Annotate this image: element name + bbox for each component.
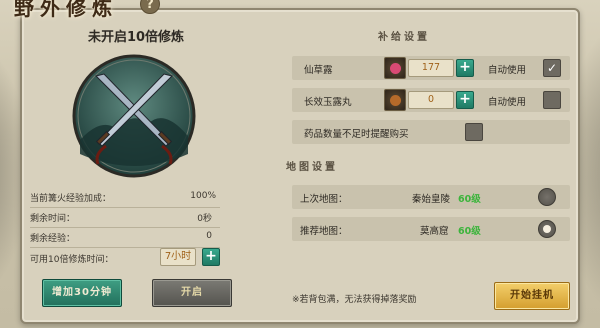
- game-background: 野外修炼 ? 未开启10倍修炼 当前篝火经验加成： 100% 剩余时间： 0秒: [0, 0, 600, 328]
- stat-value: 100%: [190, 191, 216, 201]
- supply-row-remind: 药品数量不足时提醒购买: [292, 120, 570, 144]
- stat-label: 剩余时间：: [30, 214, 76, 224]
- stat-bonfire-bonus: 当前篝火经验加成： 100%: [30, 188, 230, 206]
- auto-use-jade-pill-checkbox[interactable]: [543, 91, 561, 109]
- crossed-swords-emblem: [72, 54, 196, 178]
- mode-status-title: 未开启10倍修炼: [87, 30, 185, 45]
- stat-remaining-time: 剩余时间： 0秒: [30, 208, 230, 226]
- stat-value: 0秒: [197, 214, 212, 224]
- stat-available-10x-time: 可用10倍修炼时间：: [30, 249, 230, 267]
- auto-use-label: 自动使用: [488, 65, 527, 76]
- buy-jade-pill-plus-button[interactable]: +: [456, 91, 474, 109]
- supply-section-title: 补给设置: [378, 32, 430, 43]
- herb-dew-icon: [390, 63, 401, 74]
- last-map-name: 秦始皇陵: [412, 194, 451, 205]
- stat-label: 剩余经验：: [30, 234, 76, 244]
- recommended-map-row: 推荐地图： 莫高窟 60级: [292, 217, 570, 241]
- recommended-map-name: 莫高窟: [420, 226, 449, 237]
- add-time-plus-button[interactable]: +: [202, 248, 220, 266]
- stat-value: 0: [206, 231, 212, 241]
- supply-item-name: 仙草露: [304, 65, 333, 76]
- item-slot-herb-dew[interactable]: [384, 57, 406, 79]
- map-row-label: 推荐地图：: [300, 226, 348, 237]
- jade-pill-icon: [390, 95, 401, 106]
- item-slot-jade-pill[interactable]: [384, 89, 406, 111]
- last-map-level: 60级: [458, 194, 481, 205]
- stat-label: 当前篝火经验加成：: [30, 194, 112, 204]
- last-map-radio[interactable]: [538, 188, 556, 206]
- remind-purchase-checkbox[interactable]: [465, 123, 483, 141]
- start-10x-button[interactable]: 开启: [152, 279, 232, 307]
- herb-dew-quantity: 177: [408, 59, 454, 77]
- last-map-row: 上次地图： 秦始皇陵 60级: [292, 185, 570, 209]
- auto-use-label: 自动使用: [488, 97, 527, 108]
- jade-pill-quantity: 0: [408, 91, 454, 109]
- map-row-label: 上次地图：: [300, 194, 348, 205]
- supply-item-name: 长效玉露丸: [304, 97, 352, 108]
- map-section-title: 地图设置: [286, 162, 338, 173]
- recommended-map-radio[interactable]: [538, 220, 556, 238]
- window-title: 野外修炼: [14, 0, 118, 20]
- available-time-value: 7小时: [160, 248, 196, 266]
- stat-label: 可用10倍修炼时间：: [30, 255, 114, 265]
- buy-herb-dew-plus-button[interactable]: +: [456, 59, 474, 77]
- bag-full-note: ※若背包满，无法获得掉落奖励: [292, 295, 417, 305]
- add-30-minutes-button[interactable]: 增加30分钟: [42, 279, 122, 307]
- auto-use-herb-dew-checkbox[interactable]: ✓: [543, 59, 561, 77]
- start-hangup-button[interactable]: 开始挂机: [494, 282, 570, 310]
- remind-label: 药品数量不足时提醒购买: [304, 129, 409, 140]
- stat-remaining-exp: 剩余经验： 0: [30, 228, 230, 246]
- recommended-map-level: 60级: [458, 226, 481, 237]
